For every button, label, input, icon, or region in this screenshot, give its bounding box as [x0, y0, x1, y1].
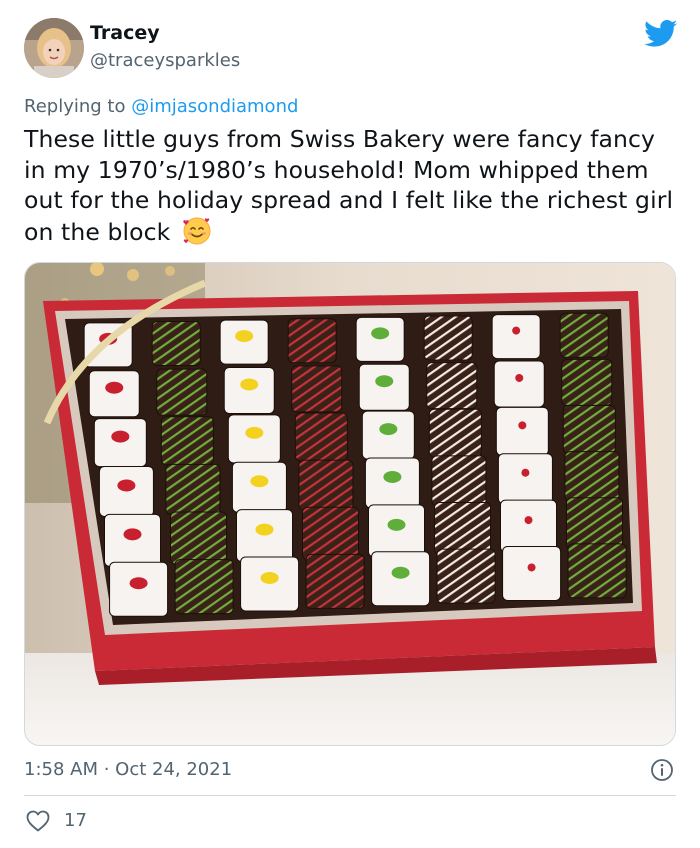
icing-dot [524, 516, 533, 525]
icing-dot [260, 571, 279, 584]
user-handle[interactable]: @traceysparkles [90, 50, 240, 71]
petit-four [559, 312, 609, 358]
icing-dot [383, 470, 402, 483]
petit-four [294, 412, 348, 462]
reply-prefix: Replying to [24, 96, 132, 117]
twitter-bird-icon[interactable] [644, 20, 678, 48]
smiling-face-with-hearts-icon [182, 216, 212, 246]
petit-four [431, 455, 487, 507]
reply-context: Replying to @imjasondiamond [24, 96, 298, 117]
icing-dot [375, 375, 394, 388]
divider [24, 795, 676, 796]
icing-dot [111, 430, 130, 443]
petit-four [500, 499, 557, 553]
petit-four [562, 404, 616, 454]
petit-four [497, 453, 553, 505]
petit-four [151, 320, 201, 366]
petit-four [566, 497, 623, 551]
info-icon[interactable] [650, 758, 674, 782]
petit-four [495, 406, 549, 456]
icing-dot [245, 426, 264, 439]
icing-dot [250, 475, 269, 488]
petit-four [428, 408, 482, 458]
petit-four [561, 358, 613, 406]
avatar[interactable] [24, 18, 84, 78]
petit-four [305, 553, 365, 609]
tweet-photo[interactable] [24, 262, 676, 746]
petit-four [567, 543, 627, 599]
heart-outline-icon[interactable] [26, 810, 50, 832]
display-name[interactable]: Tracey [90, 22, 160, 44]
petit-four [170, 511, 227, 565]
icing-dot [527, 563, 536, 572]
petit-four [174, 559, 234, 615]
icing-dot [255, 523, 274, 536]
petit-four [436, 548, 496, 604]
tweet-text: These little guys from Swiss Bakery were… [24, 124, 684, 247]
tweet-body: These little guys from Swiss Bakery were… [24, 125, 674, 246]
petit-four [298, 459, 354, 511]
petit-four [502, 545, 562, 601]
icing-dot [105, 381, 124, 394]
petit-four [434, 501, 491, 555]
icing-dot [512, 326, 521, 335]
petit-four [165, 463, 221, 515]
icing-dot [387, 518, 406, 531]
petit-four [291, 365, 343, 413]
petit-four [426, 362, 478, 410]
reply-mention-link[interactable]: @imjasondiamond [131, 96, 298, 117]
icing-dot [521, 468, 530, 477]
petit-four [493, 360, 545, 408]
icing-dot [123, 528, 142, 541]
petit-four [302, 506, 359, 560]
icing-dot [518, 421, 527, 430]
icing-dot [129, 577, 148, 590]
petit-four [491, 314, 541, 360]
petit-four [287, 318, 337, 364]
icing-dot [379, 423, 398, 436]
icing-dot [371, 327, 390, 340]
petit-four [160, 416, 214, 466]
icing-dot [515, 373, 524, 382]
like-count: 17 [64, 810, 87, 831]
petit-four [423, 315, 473, 361]
icing-dot [117, 479, 136, 492]
tweet-timestamp[interactable]: 1:58 AM · Oct 24, 2021 [24, 759, 232, 780]
icing-dot [235, 330, 254, 343]
petit-four [156, 368, 208, 416]
icing-dot [240, 378, 259, 391]
petit-four [564, 451, 620, 503]
icing-dot [391, 566, 410, 579]
